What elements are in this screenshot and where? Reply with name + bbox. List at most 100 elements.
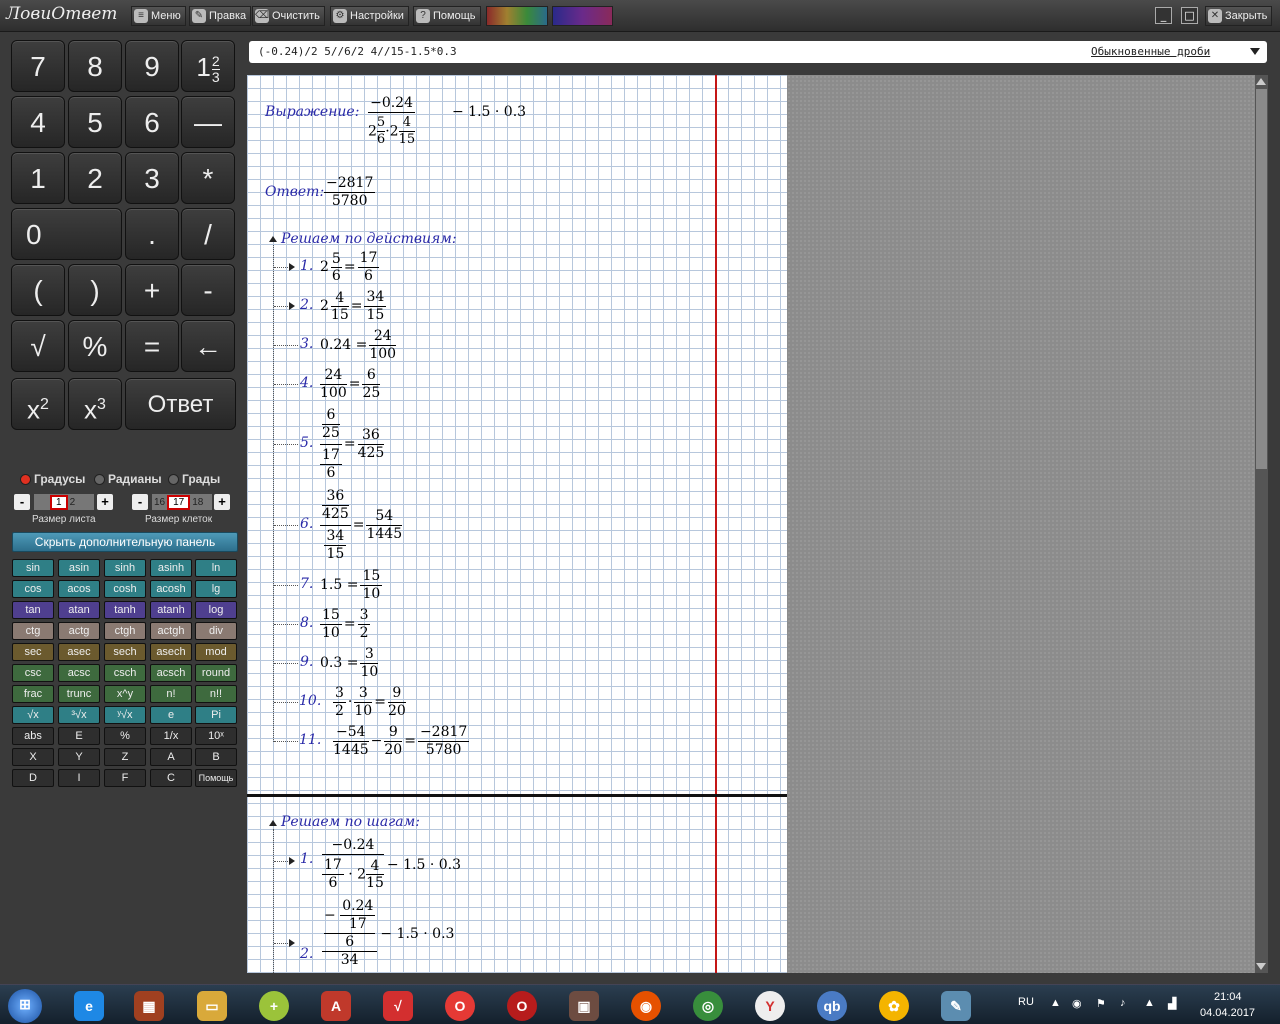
help-button[interactable]: ? Помощь — [413, 6, 481, 26]
func-key-D-10-0[interactable]: D — [12, 769, 54, 787]
func-key-asec-4-1[interactable]: asec — [58, 643, 100, 661]
drive-icon[interactable]: ▲ — [1144, 997, 1155, 1009]
lovi-otvet-icon[interactable]: √ — [383, 991, 413, 1021]
chrome-icon[interactable]: ◎ — [693, 991, 723, 1021]
func-key-div-3-4[interactable]: div — [195, 622, 237, 640]
paint-icon[interactable]: ✿ — [879, 991, 909, 1021]
func-key-tanh-2-2[interactable]: tanh — [104, 601, 146, 619]
key-9[interactable]: 3 — [125, 152, 179, 204]
tray-arrow-icon[interactable]: ▲ — [1050, 997, 1061, 1009]
key-4[interactable]: 5 — [68, 96, 122, 148]
menu-button[interactable]: ≡ Меню — [131, 6, 186, 26]
func-key-xy-6-2[interactable]: x^y — [104, 685, 146, 703]
yandex-icon[interactable]: Y — [755, 991, 785, 1021]
key-5[interactable]: 6 — [125, 96, 179, 148]
func-key-frac-6-0[interactable]: frac — [12, 685, 54, 703]
func-key-atan-2-1[interactable]: atan — [58, 601, 100, 619]
tray-qb-icon[interactable]: ◉ — [1072, 997, 1082, 1010]
edit-button[interactable]: ✎ Правка — [189, 6, 252, 26]
func-key-n-6-3[interactable]: n! — [150, 685, 192, 703]
opera-icon[interactable]: O — [445, 991, 475, 1021]
key-21[interactable]: ← — [181, 320, 235, 372]
firefox-icon[interactable]: ◉ — [631, 991, 661, 1021]
func-key-log-2-4[interactable]: log — [195, 601, 237, 619]
func-key--10-4[interactable]: Помощь — [195, 769, 237, 787]
fraction-mode-select[interactable]: Обыкновенные дроби — [1091, 41, 1210, 63]
actions-label[interactable]: Решаем по действиям: — [281, 231, 457, 247]
func-key-cosh-1-2[interactable]: cosh — [104, 580, 146, 598]
steps-label[interactable]: Решаем по шагам: — [281, 814, 420, 830]
key-10[interactable]: * — [181, 152, 235, 204]
expand-icon[interactable] — [289, 302, 295, 310]
func-key-A-9-3[interactable]: A — [150, 748, 192, 766]
key-7[interactable]: 1 — [11, 152, 65, 204]
func-key-lg-1-4[interactable]: lg — [195, 580, 237, 598]
radio-grads[interactable]: Грады — [168, 472, 220, 486]
func-key-csch-5-2[interactable]: csch — [104, 664, 146, 682]
expand-icon[interactable] — [289, 939, 295, 947]
close-button[interactable]: ✕ Закрыть — [1205, 6, 1273, 26]
func-key-Pi-7-4[interactable]: Pi — [195, 706, 237, 724]
age-rating-icon[interactable]: A — [321, 991, 351, 1021]
vertical-scrollbar[interactable] — [1255, 75, 1268, 973]
func-key-x-7-1[interactable]: ³√x — [58, 706, 100, 724]
func-key-x-7-0[interactable]: √x — [12, 706, 54, 724]
key-17[interactable]: - — [181, 264, 235, 316]
chevron-down-icon[interactable] — [1250, 48, 1260, 55]
func-key-actgh-3-3[interactable]: actgh — [150, 622, 192, 640]
func-key-asin-0-1[interactable]: asin — [58, 559, 100, 577]
clear-button[interactable]: ⌫ Очистить — [252, 6, 325, 26]
notes-icon[interactable]: ✎ — [941, 991, 971, 1021]
func-key-acosh-1-3[interactable]: acosh — [150, 580, 192, 598]
key-15[interactable]: ) — [68, 264, 122, 316]
func-key-trunc-6-1[interactable]: trunc — [58, 685, 100, 703]
qbittorrent-icon[interactable]: qb — [817, 991, 847, 1021]
func-key-e-7-3[interactable]: e — [150, 706, 192, 724]
key-12[interactable]: . — [125, 208, 179, 260]
sheet-size-decrease[interactable]: - — [14, 494, 30, 510]
hide-panel-button[interactable]: Скрыть дополнительную панель — [12, 532, 238, 552]
cube-key[interactable]: x3 — [68, 378, 122, 430]
mixed-fraction-key[interactable]: 123 — [181, 40, 235, 92]
func-key-mod-4-4[interactable]: mod — [195, 643, 237, 661]
square-key[interactable]: x2 — [11, 378, 65, 430]
collapse-icon[interactable] — [269, 820, 277, 826]
sheet-size-increase[interactable]: + — [97, 494, 113, 510]
key-1[interactable]: 8 — [68, 40, 122, 92]
func-key-E-8-1[interactable]: E — [58, 727, 100, 745]
scroll-thumb[interactable] — [1256, 89, 1267, 469]
key-0[interactable]: 7 — [11, 40, 65, 92]
func-key-sin-0-0[interactable]: sin — [12, 559, 54, 577]
language-indicator[interactable]: RU — [1018, 996, 1034, 1008]
radio-radians[interactable]: Радианы — [94, 472, 162, 486]
key-14[interactable]: ( — [11, 264, 65, 316]
clock-time[interactable]: 21:04 — [1214, 991, 1242, 1003]
opera-icon-2[interactable]: O — [507, 991, 537, 1021]
scroll-up-icon[interactable] — [1256, 78, 1266, 85]
key-6[interactable]: — — [181, 96, 235, 148]
func-key-tan-2-0[interactable]: tan — [12, 601, 54, 619]
start-button-icon[interactable]: ⊞ — [8, 989, 42, 1023]
app-icon[interactable]: ▦ — [134, 991, 164, 1021]
minimize-icon[interactable]: _ — [1155, 7, 1172, 24]
cell-size-decrease[interactable]: - — [132, 494, 148, 510]
func-key-acos-1-1[interactable]: acos — [58, 580, 100, 598]
key-18[interactable]: √ — [11, 320, 65, 372]
color-theme-swatch-2[interactable] — [552, 6, 613, 26]
func-key-sinh-0-2[interactable]: sinh — [104, 559, 146, 577]
func-key-X-9-0[interactable]: X — [12, 748, 54, 766]
func-key-atanh-2-3[interactable]: atanh — [150, 601, 192, 619]
func-key-10-8-4[interactable]: 10ˣ — [195, 727, 237, 745]
plus-app-icon[interactable]: + — [259, 991, 289, 1021]
tv-icon[interactable]: ▣ — [569, 991, 599, 1021]
func-key-asinh-0-3[interactable]: asinh — [150, 559, 192, 577]
func-key-asech-4-3[interactable]: asech — [150, 643, 192, 661]
folder-icon[interactable]: ▭ — [197, 991, 227, 1021]
func-key-Z-9-2[interactable]: Z — [104, 748, 146, 766]
settings-button[interactable]: ⚙ Настройки — [330, 6, 409, 26]
key-13[interactable]: / — [181, 208, 235, 260]
func-key-1x-8-3[interactable]: 1/x — [150, 727, 192, 745]
key-3[interactable]: 4 — [11, 96, 65, 148]
volume-icon[interactable]: ♪ — [1120, 997, 1126, 1009]
expand-icon[interactable] — [289, 857, 295, 865]
